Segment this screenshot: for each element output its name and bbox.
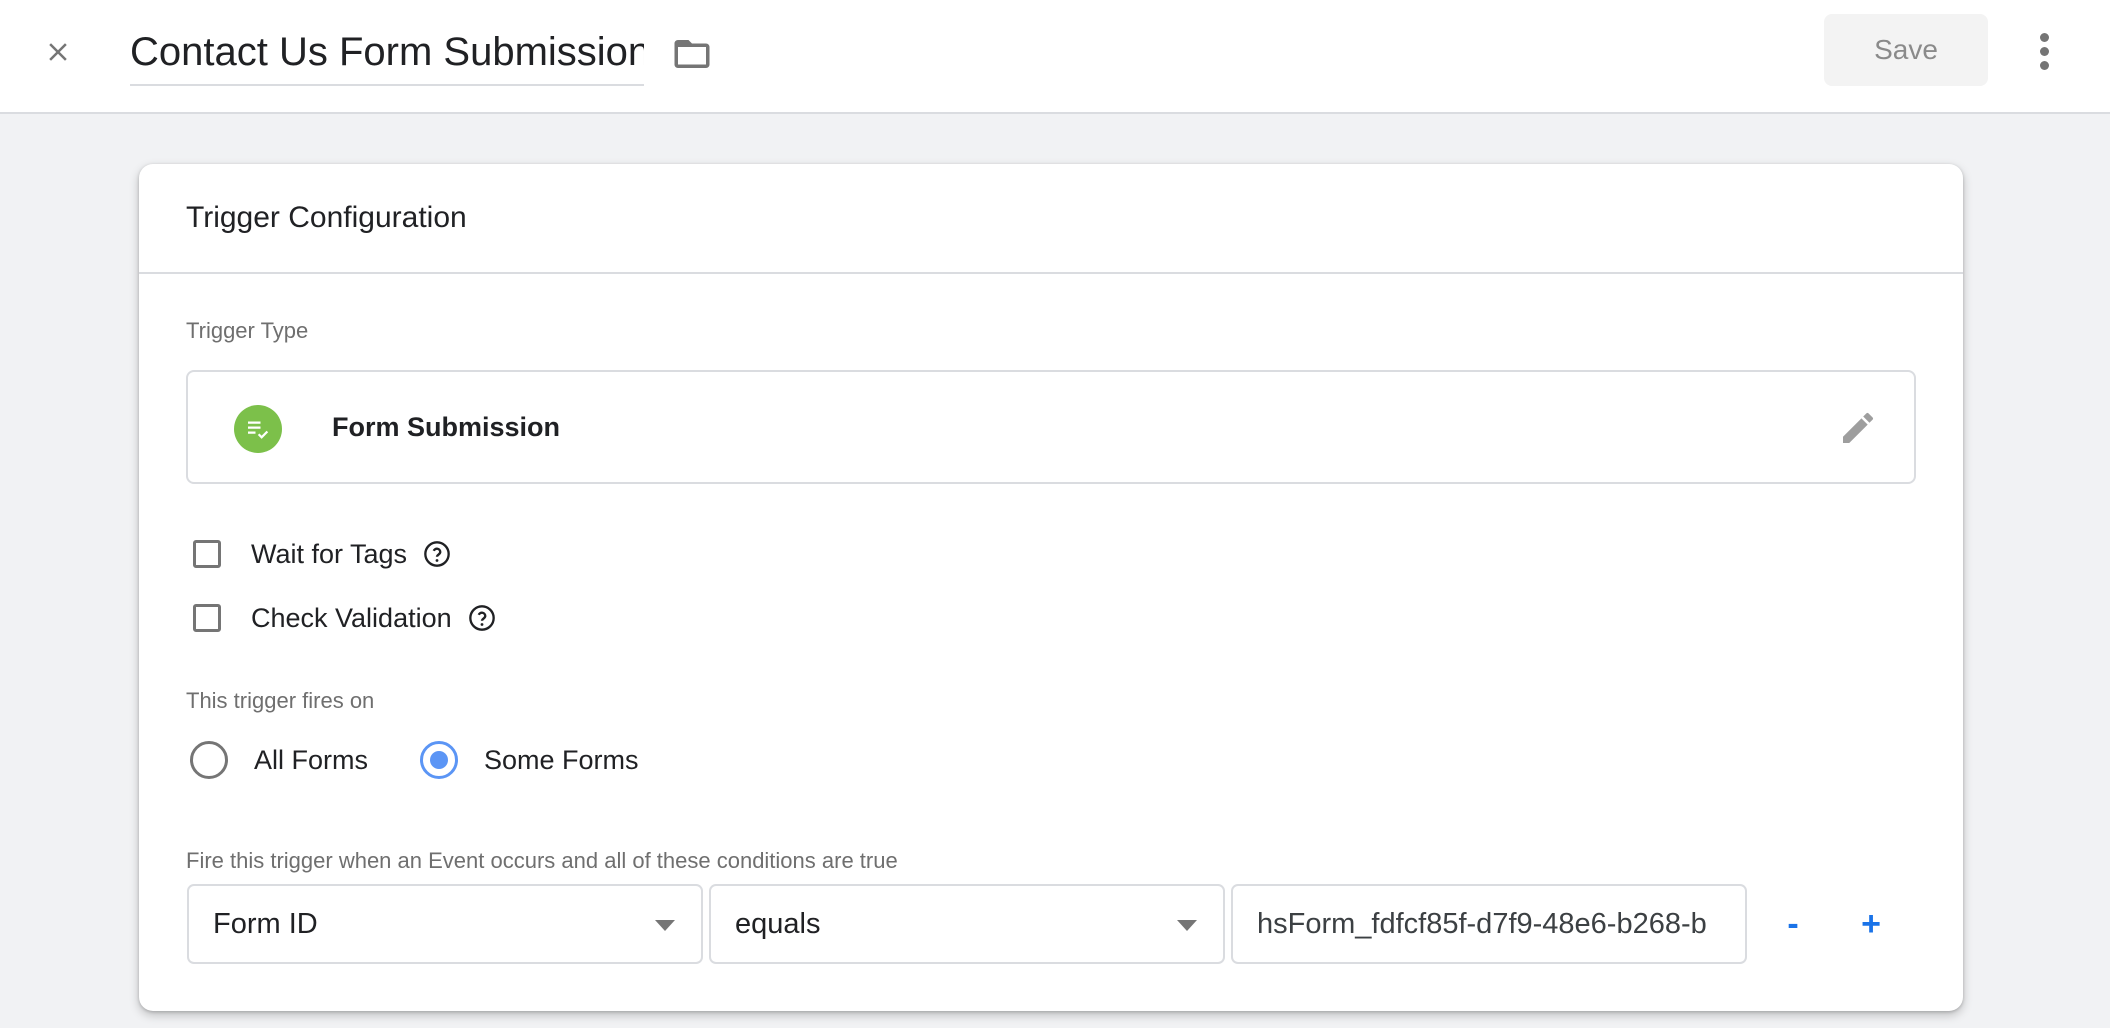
variable-select[interactable]: Form ID bbox=[187, 884, 703, 964]
help-icon[interactable] bbox=[423, 540, 451, 568]
fires-on-radio-group: All Forms Some Forms bbox=[190, 738, 639, 782]
all-forms-label: All Forms bbox=[254, 744, 368, 775]
form-check-icon bbox=[234, 405, 282, 453]
wait-for-tags-option: Wait for Tags bbox=[193, 534, 451, 574]
all-forms-radio[interactable] bbox=[190, 741, 228, 779]
folder-icon bbox=[674, 40, 710, 68]
trigger-type-name: Form Submission bbox=[332, 411, 561, 442]
variable-select-value: Form ID bbox=[213, 907, 318, 940]
card-title: Trigger Configuration bbox=[139, 164, 1963, 274]
folder-button[interactable] bbox=[668, 30, 716, 78]
wait-for-tags-checkbox[interactable] bbox=[193, 540, 221, 568]
wait-for-tags-label: Wait for Tags bbox=[251, 538, 408, 569]
close-button[interactable] bbox=[36, 30, 80, 74]
trigger-type-label: Trigger Type bbox=[186, 318, 309, 343]
some-forms-option[interactable]: Some Forms bbox=[420, 741, 639, 779]
remove-condition-button[interactable]: - bbox=[1771, 902, 1815, 946]
more-options-button[interactable] bbox=[2022, 26, 2066, 76]
check-validation-label: Check Validation bbox=[251, 602, 452, 633]
chevron-down-icon bbox=[1177, 920, 1197, 931]
trigger-type-selector[interactable]: Form Submission bbox=[186, 370, 1916, 484]
save-button[interactable]: Save bbox=[1824, 14, 1988, 86]
more-vert-icon-dot bbox=[2039, 60, 2049, 70]
help-icon[interactable] bbox=[468, 604, 496, 632]
pencil-icon[interactable] bbox=[1836, 406, 1880, 450]
some-forms-label: Some Forms bbox=[484, 744, 639, 775]
chevron-down-icon bbox=[655, 920, 675, 931]
add-condition-button[interactable]: + bbox=[1849, 902, 1893, 946]
more-vert-icon-dot bbox=[2039, 46, 2049, 56]
more-vert-icon-dot bbox=[2039, 32, 2049, 42]
trigger-configuration-card: Trigger Configuration Trigger Type Form … bbox=[139, 164, 1963, 1011]
close-icon bbox=[49, 43, 67, 61]
trigger-name-input[interactable]: Contact Us Form Submission bbox=[130, 24, 644, 86]
operator-select-value: equals bbox=[735, 907, 821, 940]
check-validation-option: Check Validation bbox=[193, 598, 496, 638]
top-bar: Contact Us Form Submission Save bbox=[0, 0, 2110, 114]
fires-on-label: This trigger fires on bbox=[186, 688, 375, 713]
condition-value-input[interactable]: hsForm_fdfcf85f-d7f9-48e6-b268-b bbox=[1231, 884, 1747, 964]
all-forms-option[interactable]: All Forms bbox=[190, 741, 368, 779]
some-forms-radio[interactable] bbox=[420, 741, 458, 779]
check-validation-checkbox[interactable] bbox=[193, 604, 221, 632]
operator-select[interactable]: equals bbox=[709, 884, 1225, 964]
conditions-label: Fire this trigger when an Event occurs a… bbox=[186, 848, 898, 873]
